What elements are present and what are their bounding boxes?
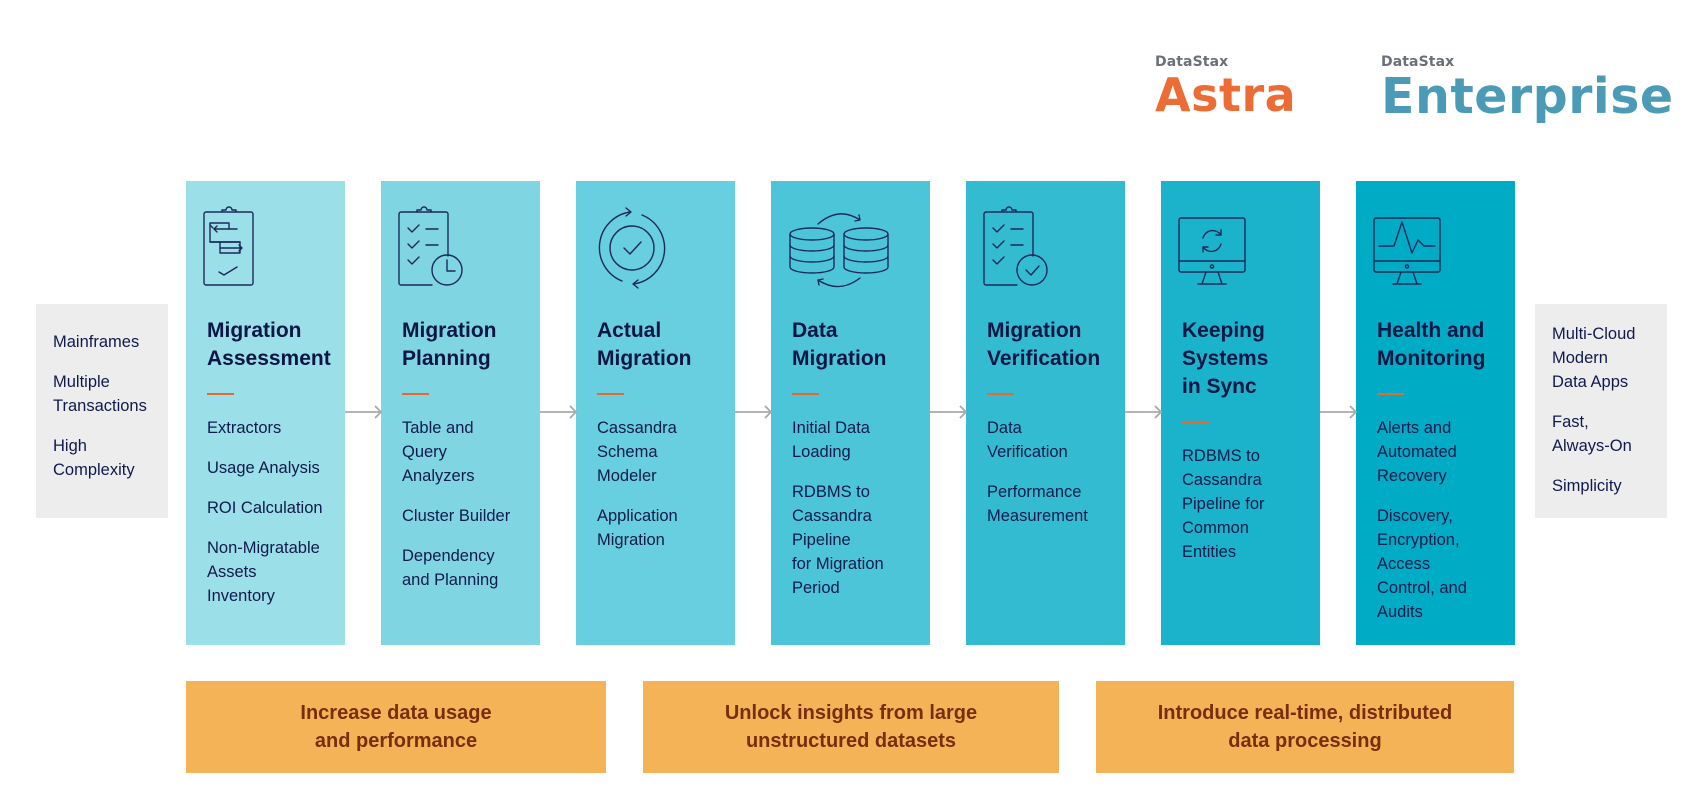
source-item: High Complexity bbox=[53, 437, 135, 479]
stage-item: Non-Migratable Assets Inventory bbox=[207, 539, 320, 605]
target-item: Simplicity bbox=[1552, 477, 1622, 495]
stage-keeping-systems-in-sync: Keeping Systems in Sync RDBMS to Cassand… bbox=[1161, 181, 1320, 645]
stage-item: RDBMS to Cassandra Pipeline for Migratio… bbox=[792, 483, 884, 597]
stage-item: Dependency and Planning bbox=[402, 547, 499, 589]
stage-item: Alerts and Automated Recovery bbox=[1377, 419, 1457, 485]
goal-text: Introduce real-time, distributed data pr… bbox=[1157, 702, 1453, 752]
source-item: Multiple Transactions bbox=[53, 373, 147, 415]
target-item: Multi-Cloud Modern Data Apps bbox=[1552, 325, 1636, 391]
enterprise-product-label: Enterprise bbox=[1381, 68, 1674, 125]
flow-arrow-icon bbox=[735, 405, 773, 419]
goal-text: Increase data usage and performance bbox=[300, 702, 492, 752]
stage-title: Migration Verification bbox=[987, 319, 1101, 370]
stage-title: Data Migration bbox=[792, 319, 887, 370]
flow-arrow-icon bbox=[930, 405, 968, 419]
flow-arrow-icon bbox=[540, 405, 578, 419]
cycle-check-icon bbox=[594, 207, 704, 289]
stage-item: ROI Calculation bbox=[207, 499, 323, 517]
stage-data-migration: Data Migration Initial Data Loading RDBM… bbox=[771, 181, 930, 645]
stage-item: Cluster Builder bbox=[402, 507, 511, 525]
stage-item: Performance Measurement bbox=[987, 483, 1088, 525]
stage-item: Usage Analysis bbox=[207, 459, 320, 477]
accent-dash bbox=[207, 393, 234, 395]
monitor-pulse-icon bbox=[1373, 208, 1484, 288]
stage-item: Initial Data Loading bbox=[792, 419, 870, 461]
accent-dash bbox=[402, 393, 429, 395]
flow-arrow-icon bbox=[1125, 405, 1163, 419]
stage-actual-migration: Actual Migration Cassandra Schema Modele… bbox=[576, 181, 735, 645]
checklist-verified-icon bbox=[983, 206, 1094, 288]
stage-item: Cassandra Schema Modeler bbox=[597, 419, 677, 485]
accent-dash bbox=[1182, 421, 1209, 423]
monitor-sync-icon bbox=[1178, 208, 1289, 288]
astra-product-label: Astra bbox=[1155, 68, 1297, 122]
goal-text: Unlock insights from large unstructured … bbox=[724, 702, 978, 752]
stage-title: Health and Monitoring bbox=[1377, 319, 1486, 370]
source-systems-box: Mainframes Multiple Transactions High Co… bbox=[36, 304, 168, 518]
checklist-clock-icon bbox=[398, 206, 509, 288]
stage-item: Discovery, Encryption, Access Control, a… bbox=[1377, 507, 1467, 621]
clipboard-transfer-icon bbox=[203, 206, 314, 288]
stage-migration-verification: Migration Verification Data Verification… bbox=[966, 181, 1125, 645]
stage-title: Keeping Systems in Sync bbox=[1182, 319, 1269, 398]
datastax-astra-logo: DataStax Astra bbox=[1155, 54, 1296, 118]
flow-arrow-icon bbox=[1320, 405, 1358, 419]
flow-arrow-icon bbox=[345, 405, 383, 419]
stage-health-and-monitoring: Health and Monitoring Alerts and Automat… bbox=[1356, 181, 1515, 645]
stage-item: Application Migration bbox=[597, 507, 678, 549]
stage-item: RDBMS to Cassandra Pipeline for Common E… bbox=[1182, 447, 1265, 561]
stage-item: Extractors bbox=[207, 419, 282, 437]
stage-title: Migration Planning bbox=[402, 319, 497, 370]
accent-dash bbox=[792, 393, 819, 395]
datastax-enterprise-logo: DataStax Enterprise bbox=[1381, 54, 1674, 121]
stage-title: Migration Assessment bbox=[207, 319, 331, 370]
stage-migration-planning: Migration Planning Table and Query Analy… bbox=[381, 181, 540, 645]
accent-dash bbox=[1377, 393, 1404, 395]
stage-item: Data Verification bbox=[987, 419, 1068, 461]
stage-title: Actual Migration bbox=[597, 319, 692, 370]
stage-item: Table and Query Analyzers bbox=[402, 419, 475, 485]
stage-migration-assessment: Migration Assessment Extractors Usage An… bbox=[186, 181, 345, 645]
target-item: Fast, Always-On bbox=[1552, 413, 1632, 455]
source-item: Mainframes bbox=[53, 333, 140, 351]
database-sync-icon bbox=[789, 208, 899, 288]
goal-banner: Unlock insights from large unstructured … bbox=[643, 681, 1059, 773]
goal-banner: Introduce real-time, distributed data pr… bbox=[1096, 681, 1514, 773]
accent-dash bbox=[987, 393, 1014, 395]
goal-banner: Increase data usage and performance bbox=[186, 681, 606, 773]
accent-dash bbox=[597, 393, 624, 395]
target-outcomes-box: Multi-Cloud Modern Data Apps Fast, Alway… bbox=[1535, 304, 1667, 518]
